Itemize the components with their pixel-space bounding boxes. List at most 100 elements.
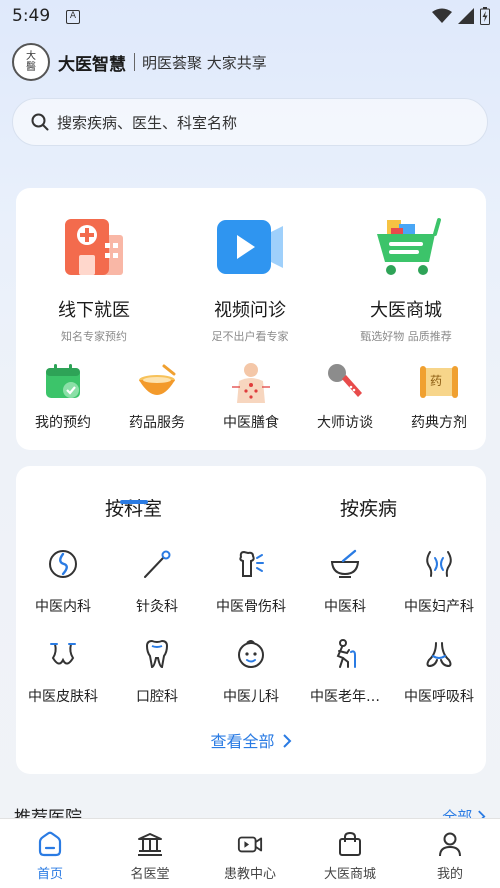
status-time: 5:49: [12, 6, 51, 26]
nav-label: 名医堂: [130, 867, 170, 882]
scroll-icon-text: 药: [430, 374, 443, 388]
scroll-icon: 药: [417, 360, 461, 404]
skin-icon: [45, 636, 81, 672]
nav-mall[interactable]: 大医商城: [300, 819, 400, 888]
quick-link-label: 药典方剂: [411, 415, 467, 431]
app-header: 大 醫 大医智慧 明医荟聚 大家共享: [12, 42, 267, 82]
microphone-icon: [323, 360, 367, 404]
service-mall[interactable]: 大医商城 甄选好物 品质推荐: [328, 212, 484, 344]
department-label: 中医老年…: [310, 689, 380, 705]
quick-link-medicine[interactable]: 药品服务: [110, 360, 204, 432]
nav-profile[interactable]: 我的: [400, 819, 500, 888]
quick-link-interviews[interactable]: 大师访谈: [298, 360, 392, 432]
slogan: 明医荟聚 大家共享: [142, 53, 267, 72]
uterus-icon: [421, 546, 457, 582]
service-label: 视频问诊: [214, 300, 286, 321]
department-label: 针灸科: [136, 599, 178, 615]
calendar-icon: [41, 360, 85, 404]
department-geriatrics[interactable]: 中医老年…: [298, 636, 392, 726]
signal-icon: [458, 8, 474, 24]
service-subtitle: 知名专家预约: [61, 330, 127, 343]
department-grid: 中医内科 针灸科 中医骨伤科 中医科 中医妇产科 中医皮肤科 口腔科 中医儿科 …: [16, 546, 486, 726]
medicine-bowl-icon: [135, 360, 179, 404]
department-orthopedics[interactable]: 中医骨伤科: [204, 546, 298, 636]
service-video-consult[interactable]: 视频问诊 足不出户看专家: [172, 212, 328, 344]
header-divider: [134, 53, 135, 71]
department-label: 中医科: [324, 599, 366, 615]
shopping-cart-icon: [366, 212, 446, 282]
main-services: 线下就医 知名专家预约 视频问诊 足不出户看专家 大医商城 甄选好物 品质推荐: [16, 212, 486, 344]
nav-home[interactable]: 首页: [0, 819, 100, 888]
child-face-icon: [233, 636, 269, 672]
department-dermatology[interactable]: 中医皮肤科: [16, 636, 110, 726]
logo: 大 醫: [12, 43, 50, 81]
tab-by-department[interactable]: 按科室: [16, 494, 251, 521]
service-subtitle: 甄选好物 品质推荐: [360, 330, 452, 343]
wifi-icon: [432, 8, 452, 23]
department-label: 中医儿科: [223, 689, 279, 705]
status-icons: [432, 7, 490, 25]
department-label: 中医妇产科: [404, 599, 474, 615]
quick-links: 我的预约 药品服务 中医膳食 大师访谈 药 药典方剂: [16, 360, 486, 432]
nav-famous-doctors[interactable]: 名医堂: [100, 819, 200, 888]
service-label: 线下就医: [58, 300, 130, 321]
logo-char-1: 大: [26, 51, 36, 62]
quick-link-formulary[interactable]: 药 药典方剂: [392, 360, 486, 432]
quick-link-label: 中医膳食: [223, 415, 279, 431]
hospital-icon: [54, 212, 134, 282]
department-label: 中医皮肤科: [28, 689, 98, 705]
bone-icon: [233, 546, 269, 582]
mortar-icon: [327, 546, 363, 582]
tab-by-disease[interactable]: 按疾病: [251, 494, 486, 521]
department-dental[interactable]: 口腔科: [110, 636, 204, 726]
service-subtitle: 足不出户看专家: [211, 330, 289, 343]
quick-link-label: 我的预约: [35, 415, 91, 431]
app-notification-icon: A: [66, 10, 80, 24]
quick-link-diet[interactable]: 中医膳食: [204, 360, 298, 432]
active-tab-indicator: [120, 500, 148, 504]
status-bar: 5:49 A: [0, 0, 500, 34]
department-gynecology[interactable]: 中医妇产科: [392, 546, 486, 636]
search-bar[interactable]: 搜索疾病、医生、科室名称: [12, 98, 488, 146]
department-label: 中医骨伤科: [216, 599, 286, 615]
department-label: 中医呼吸科: [404, 689, 474, 705]
department-tcm[interactable]: 中医科: [298, 546, 392, 636]
view-all-link[interactable]: 查看全部: [16, 728, 486, 752]
department-pediatrics[interactable]: 中医儿科: [204, 636, 298, 726]
tooth-icon: [139, 636, 175, 672]
quick-link-appointments[interactable]: 我的预约: [16, 360, 110, 432]
service-offline-visit[interactable]: 线下就医 知名专家预约: [16, 212, 172, 344]
video-camera-icon: [237, 831, 263, 857]
brand-name: 大医智慧: [58, 54, 126, 75]
acupuncture-needle-icon: [139, 546, 175, 582]
battery-icon: [480, 7, 490, 25]
logo-char-2: 醫: [26, 62, 36, 73]
quick-link-label: 药品服务: [129, 415, 185, 431]
bottom-nav: 首页 名医堂 患教中心 大医商城 我的: [0, 818, 500, 888]
department-internal-medicine[interactable]: 中医内科: [16, 546, 110, 636]
search-icon: [31, 113, 49, 131]
nav-label: 我的: [436, 867, 463, 882]
service-label: 大医商城: [370, 300, 442, 321]
stomach-icon: [45, 546, 81, 582]
chevron-right-icon: [282, 734, 291, 748]
quick-link-label: 大师访谈: [317, 415, 373, 431]
home-icon: [37, 831, 63, 857]
department-acupuncture[interactable]: 针灸科: [110, 546, 204, 636]
nav-label: 患教中心: [223, 867, 276, 882]
user-icon: [437, 831, 463, 857]
department-label: 中医内科: [35, 599, 91, 615]
temple-icon: [137, 831, 163, 857]
video-icon: [210, 212, 290, 282]
shopping-bag-icon: [337, 831, 363, 857]
search-placeholder: 搜索疾病、医生、科室名称: [57, 113, 238, 132]
department-respiratory[interactable]: 中医呼吸科: [392, 636, 486, 726]
department-label: 口腔科: [136, 689, 178, 705]
acupoint-body-icon: [229, 360, 273, 404]
view-all-label: 查看全部: [210, 732, 275, 751]
lungs-icon: [421, 636, 457, 672]
departments-card: 按科室 按疾病 中医内科 针灸科 中医骨伤科 中医科 中医妇产科 中医皮肤科 口…: [16, 466, 486, 774]
nav-patient-education[interactable]: 患教中心: [200, 819, 300, 888]
nav-label: 首页: [36, 867, 63, 882]
nav-label: 大医商城: [323, 867, 376, 882]
